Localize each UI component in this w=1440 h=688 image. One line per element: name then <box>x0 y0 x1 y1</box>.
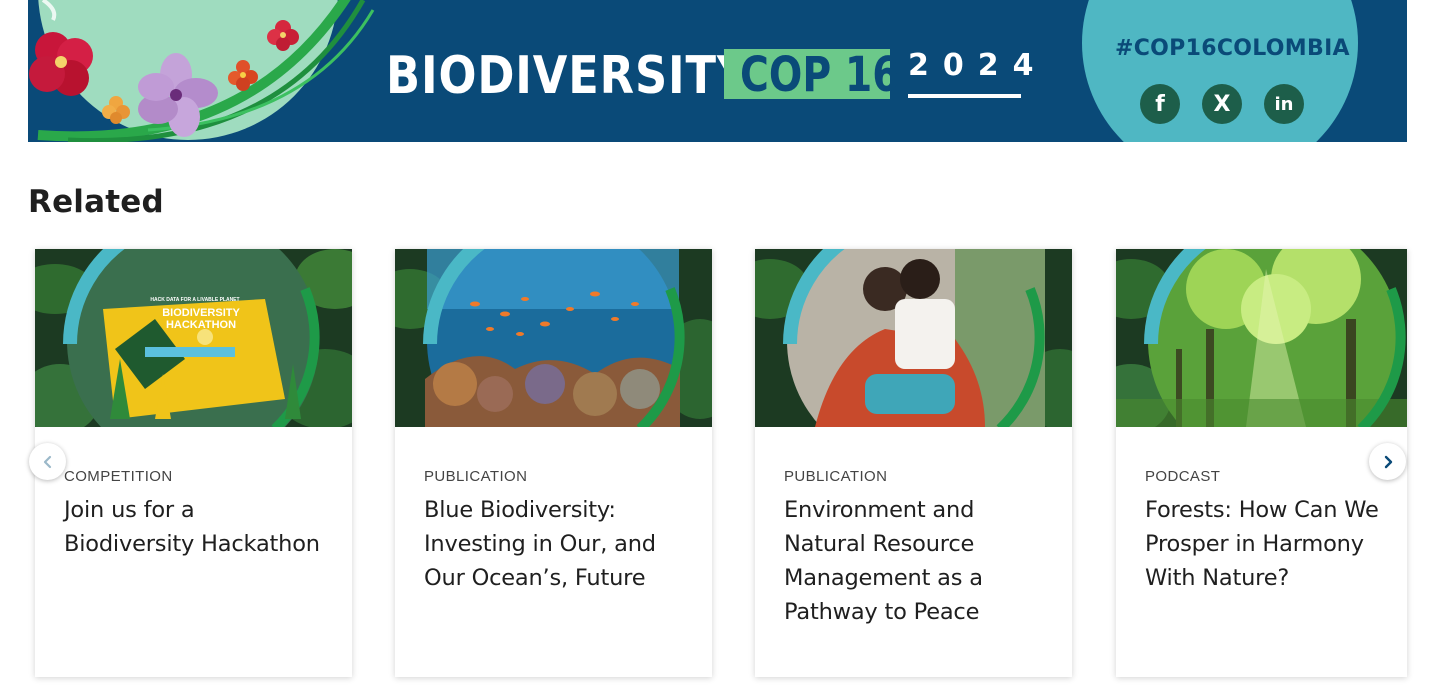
carousel-prev-button[interactable] <box>29 443 66 480</box>
people-image <box>755 249 1072 427</box>
related-card[interactable]: PUBLICATION Blue Biodiversity: Investing… <box>395 249 712 677</box>
svg-text:BIODIVERSITY: BIODIVERSITY <box>162 307 240 319</box>
related-card[interactable]: PUBLICATION Environment and Natural Reso… <box>755 249 1072 677</box>
coral-reef-image <box>395 249 712 427</box>
svg-text:HACK DATA FOR A LIVABLE PLANET: HACK DATA FOR A LIVABLE PLANET <box>150 297 239 303</box>
forest-image <box>1116 249 1407 427</box>
cop16-banner[interactable]: BIODIVERSITY COP 16 2024 #COP16COLOMBIA … <box>28 0 1407 142</box>
banner-year: 2024 <box>908 48 1048 83</box>
svg-text:HACKATHON: HACKATHON <box>166 319 236 331</box>
flower-illustration <box>29 0 375 142</box>
facebook-icon[interactable]: f <box>1140 84 1180 124</box>
chevron-left-icon <box>43 455 51 468</box>
card-title[interactable]: Blue Biodiversity: Investing in Our, and… <box>424 493 689 595</box>
linkedin-icon[interactable]: in <box>1264 84 1304 124</box>
carousel-next-button[interactable] <box>1369 443 1406 480</box>
card-type: COMPETITION <box>64 468 173 485</box>
chevron-right-icon <box>1384 455 1392 468</box>
card-title[interactable]: Forests: How Can We Prosper in Harmony W… <box>1145 493 1407 595</box>
card-title[interactable]: Join us for a Biodiversity Hackathon <box>64 493 329 561</box>
card-type: PUBLICATION <box>424 468 528 485</box>
related-heading: Related <box>28 184 164 220</box>
card-type: PUBLICATION <box>784 468 888 485</box>
related-card[interactable]: PODCAST Forests: How Can We Prosper in H… <box>1116 249 1407 677</box>
banner-title: BIODIVERSITY <box>386 46 751 106</box>
card-title[interactable]: Environment and Natural Resource Managem… <box>784 493 1049 629</box>
card-type: PODCAST <box>1145 468 1221 485</box>
hackathon-image: HACK DATA FOR A LIVABLE PLANET BIODIVERS… <box>35 249 352 427</box>
cop-label: COP 16 <box>740 47 900 103</box>
year-underline <box>908 94 1021 98</box>
hashtag: #COP16COLOMBIA <box>1115 36 1350 61</box>
related-card[interactable]: HACK DATA FOR A LIVABLE PLANET BIODIVERS… <box>35 249 352 677</box>
x-icon[interactable]: X <box>1202 84 1242 124</box>
